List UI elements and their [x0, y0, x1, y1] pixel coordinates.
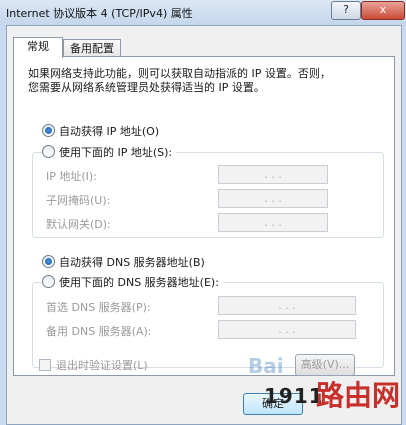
subnet-mask-value: . . . [264, 192, 282, 205]
close-button[interactable]: x [361, 1, 405, 20]
general-tab-panel: 如果网络支持此功能，则可以获取自动指派的 IP 设置。否则， 您需要从网络系统管… [13, 56, 395, 376]
checkbox-icon [39, 359, 51, 371]
watermark-number: 1911 [264, 384, 324, 408]
auto-ip-label: 自动获得 IP 地址(O) [59, 124, 160, 138]
radio-unselected-icon [42, 145, 55, 158]
manual-ip-radio[interactable]: 使用下面的 IP 地址(S): [42, 144, 177, 159]
preferred-dns-input[interactable]: . . . [218, 296, 356, 315]
auto-ip-radio[interactable]: 自动获得 IP 地址(O) [42, 123, 159, 138]
auto-dns-label: 自动获得 DNS 服务器地址(B) [59, 255, 205, 269]
auto-dns-radio[interactable]: 自动获得 DNS 服务器地址(B) [42, 254, 205, 269]
radio-selected-icon [42, 124, 55, 137]
validate-on-exit-checkbox[interactable]: 退出时验证设置(L) [39, 357, 148, 373]
manual-ip-label: 使用下面的 IP 地址(S): [59, 145, 173, 159]
preferred-dns-value: . . . [278, 299, 296, 312]
alternate-dns-label: 备用 DNS 服务器(A): [46, 325, 152, 338]
subnet-mask-input[interactable]: . . . [218, 189, 328, 208]
default-gateway-input[interactable]: . . . [218, 213, 328, 232]
manual-dns-label: 使用下面的 DNS 服务器地址(E): [59, 275, 219, 289]
ip-address-value: . . . [264, 168, 282, 181]
tab-general[interactable]: 常规 [13, 37, 63, 58]
properties-dialog: 常规 备用配置 如果网络支持此功能，则可以获取自动指派的 IP 设置。否则， 您… [6, 25, 402, 425]
watermark-baidu: Bai [248, 354, 284, 378]
preferred-dns-label: 首选 DNS 服务器(P): [46, 301, 151, 314]
help-button[interactable]: ? [331, 1, 361, 20]
description-text: 如果网络支持此功能，则可以获取自动指派的 IP 设置。否则， 您需要从网络系统管… [28, 67, 331, 94]
alternate-dns-value: . . . [278, 323, 296, 336]
manual-dns-radio[interactable]: 使用下面的 DNS 服务器地址(E): [42, 274, 223, 289]
window-title: Internet 协议版本 4 (TCP/IPv4) 属性 [6, 7, 193, 20]
watermark-router-logo: 路由网 [316, 379, 401, 412]
default-gateway-value: . . . [264, 216, 282, 229]
alternate-dns-input[interactable]: . . . [218, 320, 356, 339]
validate-on-exit-label: 退出时验证设置(L) [56, 359, 148, 372]
advanced-button[interactable]: 高级(V)... [295, 354, 355, 376]
ip-address-label: IP 地址(I): [46, 170, 97, 183]
radio-unselected-icon [42, 275, 55, 288]
default-gateway-label: 默认网关(D): [46, 218, 111, 231]
ip-address-input[interactable]: . . . [218, 165, 328, 184]
title-bar: Internet 协议版本 4 (TCP/IPv4) 属性 ? x [0, 0, 406, 25]
radio-selected-icon [42, 255, 55, 268]
subnet-mask-label: 子网掩码(U): [46, 194, 111, 207]
